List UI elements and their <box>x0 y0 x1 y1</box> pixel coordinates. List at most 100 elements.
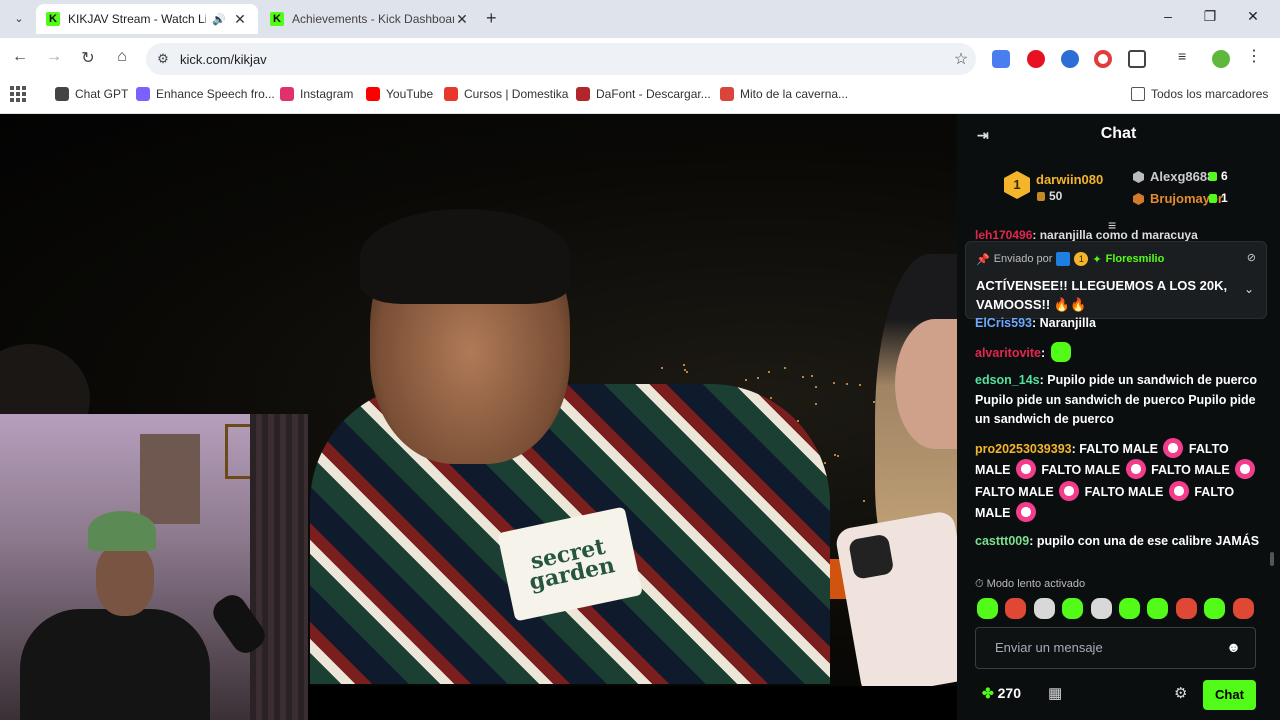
gear-icon[interactable]: ⚙ <box>1174 684 1187 702</box>
folder-icon <box>1131 87 1145 101</box>
opera-icon[interactable] <box>1027 50 1045 68</box>
city-light <box>661 366 664 369</box>
chat-header: ⇥ Chat <box>957 114 1280 154</box>
skull-emote-icon[interactable] <box>1033 598 1055 619</box>
chat-text: FALTO MALE <box>1041 463 1121 477</box>
pink-emote-icon <box>1015 502 1036 522</box>
tab-search-button[interactable]: ⌄ <box>8 7 30 29</box>
bookmark-label: Cursos | Domestika <box>464 87 569 101</box>
bookmark-youtube[interactable]: YouTube <box>366 87 433 101</box>
chat-messages: ElCris593: Naranjilla alvaritovite: edso… <box>975 314 1261 559</box>
pink-emote-icon <box>1125 459 1146 479</box>
phone <box>834 509 957 699</box>
chatgpt-icon <box>55 87 69 101</box>
tab-kikjav-stream[interactable]: KIKJAV Stream - Watch Live 🔊 ✕ <box>36 4 258 34</box>
back-icon[interactable]: ← <box>9 48 31 66</box>
chat-input[interactable]: Enviar un mensaje ☻ <box>975 627 1256 669</box>
pinned-by-label: Enviado por <box>993 253 1053 265</box>
chat-message: edson_14s: Pupilo pide un sandwich de pu… <box>975 373 1258 426</box>
love-emote-icon[interactable] <box>1232 598 1254 619</box>
bookmark-enhance-speech[interactable]: Enhance Speech fro... <box>136 87 275 101</box>
bookmark-star-icon[interactable]: ☆ <box>946 49 976 69</box>
silver-hex-icon <box>1133 171 1144 183</box>
leader-1-count: 50 <box>1049 189 1063 203</box>
chat-username[interactable]: leh170496 <box>975 228 1032 242</box>
puzzle-icon[interactable] <box>1128 50 1146 68</box>
media-control-icon[interactable]: ≡ <box>1178 48 1196 66</box>
channel-points[interactable]: ✤ 270 <box>982 685 1021 702</box>
chat-username[interactable]: edson_14s <box>975 373 1040 387</box>
chevron-down-icon[interactable]: ⌄ <box>1244 282 1254 296</box>
apps-grid-icon[interactable] <box>10 86 26 102</box>
tab-achievements[interactable]: Achievements - Kick Dashboard ✕ <box>260 4 480 34</box>
pinned-by: 📌 Enviado por 1 ✦ Floresmilio <box>976 252 1164 266</box>
green-face-emote-icon <box>1050 341 1071 362</box>
profile-avatar[interactable] <box>1212 50 1230 68</box>
emote-icon[interactable] <box>1204 598 1226 619</box>
restore-button[interactable]: ❐ <box>1200 8 1220 25</box>
site-info-icon[interactable]: ⚙ <box>146 51 180 67</box>
city-light <box>769 396 772 399</box>
chat-username[interactable]: alvaritovite <box>975 346 1041 360</box>
speaker-icon[interactable]: 🔊 <box>212 13 226 26</box>
gifter-badge-icon: 1 <box>1074 252 1089 266</box>
pinned-username[interactable]: Floresmilio <box>1106 253 1165 265</box>
home-icon[interactable]: ⌂ <box>111 48 133 66</box>
city-light <box>837 455 840 458</box>
bookmark-label: Todos los marcadores <box>1151 87 1269 101</box>
chat-message: pro20253039393: FALTO MALE FALTO MALE FA… <box>975 437 1261 524</box>
dizzy-emote-icon[interactable] <box>1090 598 1112 619</box>
leader-1-name[interactable]: darwiin080 <box>1036 172 1103 187</box>
tab-title: KIKJAV Stream - Watch Live <box>68 12 207 26</box>
instagram-icon <box>280 87 294 101</box>
pinned-message[interactable]: 📌 Enviado por 1 ✦ Floresmilio ⊘ ACTÍVENS… <box>965 241 1267 319</box>
chat-username[interactable]: casttt009 <box>975 534 1029 548</box>
blue-ext-icon[interactable] <box>1061 50 1079 68</box>
emote-icon[interactable] <box>1062 598 1084 619</box>
enhance-speech-icon <box>136 87 150 101</box>
bookmark-dafont[interactable]: DaFont - Descargar... <box>576 87 711 101</box>
all-bookmarks-folder[interactable]: Todos los marcadores <box>1131 87 1268 101</box>
leader-2-label: Alexg8688 <box>1150 169 1215 184</box>
bookmarks-bar: Chat GPT Enhance Speech fro... Instagram… <box>0 80 1280 114</box>
close-tab-icon[interactable]: ✕ <box>232 11 248 28</box>
crown-emote-icon[interactable] <box>1175 598 1197 619</box>
store-icon[interactable]: ▦ <box>1048 684 1062 702</box>
menu-icon[interactable]: ⋮ <box>1246 46 1264 65</box>
bookmark-chatgpt[interactable]: Chat GPT <box>55 87 128 101</box>
chat-username[interactable]: ElCris593 <box>975 316 1032 330</box>
close-tab-icon[interactable]: ✕ <box>454 11 470 28</box>
record-icon[interactable] <box>1094 50 1112 68</box>
bookmark-mito[interactable]: Mito de la caverna... <box>720 87 848 101</box>
pink-emote-icon <box>1168 480 1189 501</box>
chat-scrollbar[interactable] <box>1270 552 1274 566</box>
reload-icon[interactable]: ↻ <box>77 48 99 68</box>
collapse-chat-icon[interactable]: ⇥ <box>977 127 989 144</box>
kicks-icon <box>1209 194 1217 203</box>
hide-pin-icon[interactable]: ⊘ <box>1247 251 1256 264</box>
forward-icon[interactable]: → <box>43 48 65 66</box>
emote-icon[interactable] <box>977 598 998 619</box>
chat-username[interactable]: pro20253039393 <box>975 442 1072 456</box>
bronze-hex-icon <box>1133 193 1144 205</box>
video-player[interactable]: secret garden <box>0 114 957 720</box>
webcam-person-face <box>96 544 154 616</box>
translate-icon[interactable] <box>992 50 1010 68</box>
bookmark-label: YouTube <box>386 87 434 101</box>
address-bar[interactable]: ⚙ kick.com/kikjav ☆ <box>146 43 976 75</box>
emote-icon[interactable] <box>1118 598 1140 619</box>
bookmark-label: Mito de la caverna... <box>740 87 849 101</box>
bookmark-instagram[interactable]: Instagram <box>280 87 353 101</box>
angry-emote-icon[interactable] <box>1005 598 1027 619</box>
bookmark-domestika[interactable]: Cursos | Domestika <box>444 87 568 101</box>
url-text[interactable]: kick.com/kikjav <box>180 52 946 67</box>
dafont-icon <box>576 87 590 101</box>
minimize-button[interactable]: – <box>1158 8 1178 24</box>
kick-favicon-icon <box>270 12 284 26</box>
send-chat-button[interactable]: Chat <box>1203 680 1256 710</box>
new-tab-button[interactable]: + <box>486 8 497 29</box>
emoji-picker-icon[interactable]: ☻ <box>1226 639 1241 655</box>
leader-2-name[interactable]: Alexg8688 <box>1133 169 1214 184</box>
close-window-button[interactable]: ✕ <box>1243 8 1263 25</box>
emote-icon[interactable] <box>1147 598 1169 619</box>
